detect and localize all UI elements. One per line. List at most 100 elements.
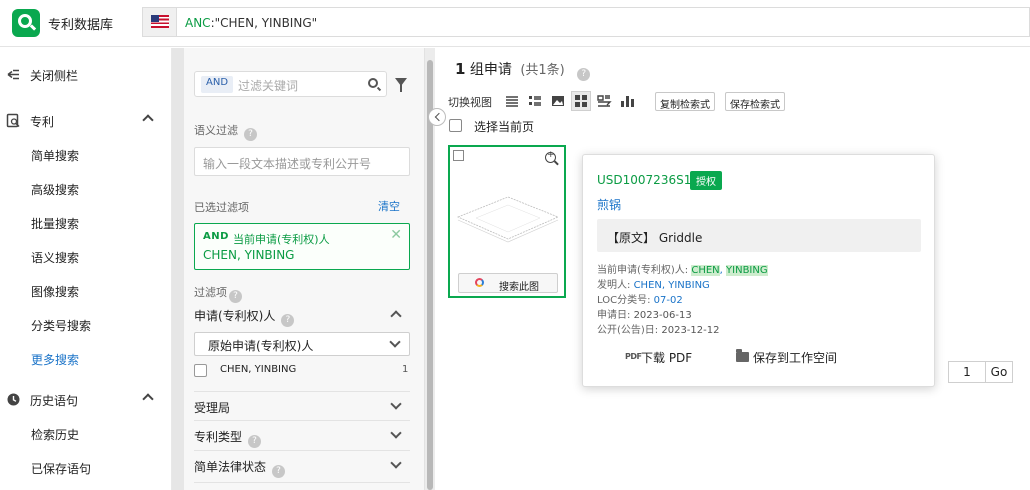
page-number-input[interactable]: 1 xyxy=(948,361,986,383)
meta-inventor: 发明人: CHEN, YINBING xyxy=(597,276,710,291)
selected-filter-chip: AND 当前申请(专利权)人 CHEN, YINBING ✕ xyxy=(194,223,410,270)
image-search-label: 搜索此图 xyxy=(499,282,539,293)
sidebar-item-simple-search[interactable]: 简单搜索 xyxy=(0,140,172,170)
keyword-placeholder: 过滤关键词 xyxy=(238,79,299,93)
chevron-down-icon xyxy=(390,398,402,410)
sidebar-item-label: 高级搜索 xyxy=(31,183,80,197)
result-count: 1 组申请 (共1条) ? xyxy=(455,59,591,81)
sidebar-item-search-history[interactable]: 检索历史 xyxy=(0,419,172,449)
detail-list-view-button[interactable] xyxy=(525,91,545,111)
sidebar-gutter xyxy=(172,48,184,490)
filter-settings-icon[interactable] xyxy=(395,78,407,92)
image-search-button[interactable]: 搜索此图 xyxy=(458,273,558,293)
applicant-highlight[interactable]: CHEN xyxy=(691,265,720,276)
download-pdf-button[interactable]: 下载 PDF xyxy=(641,349,692,366)
detail-list-icon xyxy=(529,96,541,106)
image-view-button[interactable] xyxy=(548,91,568,111)
patent-type-section-header[interactable]: 专利类型? xyxy=(194,421,410,451)
semantic-placeholder: 输入一段文本描述或专利公开号 xyxy=(203,157,372,171)
app-title: 专利数据库 xyxy=(48,18,114,33)
original-title-box: 【原文】 Griddle xyxy=(597,219,921,252)
sidebar-item-label: 更多搜索 xyxy=(31,353,80,367)
save-query-button[interactable]: 保存检索式 xyxy=(725,92,785,111)
compare-view-button[interactable] xyxy=(594,91,614,111)
bar-chart-icon xyxy=(621,96,634,107)
chevron-up-icon xyxy=(390,310,402,322)
publication-number-link[interactable]: USD1007236S1 xyxy=(597,173,691,187)
sidebar-item-advanced-search[interactable]: 高级搜索 xyxy=(0,174,172,204)
help-icon[interactable]: ? xyxy=(577,68,591,81)
app-logo-icon[interactable] xyxy=(12,9,40,37)
sidebar-item-saved-queries[interactable]: 已保存语句 xyxy=(0,453,172,483)
semantic-filter-label: 语义过滤 xyxy=(194,124,238,137)
sidebar-item-image-search[interactable]: 图像搜索 xyxy=(0,276,172,306)
save-to-workspace-button[interactable]: 保存到工作空间 xyxy=(753,349,837,366)
operator-tag[interactable]: AND xyxy=(201,76,234,93)
help-icon[interactable]: ? xyxy=(244,128,257,141)
meta-label: 发明人: xyxy=(597,280,631,291)
patent-search-icon xyxy=(6,113,20,128)
chevron-up-icon xyxy=(142,114,154,126)
close-icon[interactable]: ✕ xyxy=(390,227,402,243)
application-date: 2023-06-13 xyxy=(633,310,692,321)
select-value: 原始申请(专利权)人 xyxy=(208,339,314,353)
help-icon[interactable]: ? xyxy=(248,435,262,448)
meta-label: LOC分类号: xyxy=(597,295,651,306)
sidebar-section-history[interactable]: 历史语句 xyxy=(0,385,172,415)
semantic-filter-input[interactable]: 输入一段文本描述或专利公开号 xyxy=(194,147,410,176)
patent-type-label: 专利类型 xyxy=(194,430,243,444)
chart-view-button[interactable] xyxy=(617,91,637,111)
selected-filters-title: 已选过滤项 xyxy=(194,201,249,214)
applicant-highlight[interactable]: YINBING xyxy=(726,265,768,276)
compare-view-icon xyxy=(597,95,612,107)
keyword-filter-input[interactable]: AND 过滤关键词 xyxy=(194,71,387,97)
us-flag-icon xyxy=(151,15,169,28)
copy-query-button[interactable]: 复制检索式 xyxy=(655,92,715,111)
search-icon[interactable] xyxy=(368,78,378,88)
sidebar-item-batch-search[interactable]: 批量搜索 xyxy=(0,208,172,238)
collapse-left-icon xyxy=(7,69,19,80)
patent-title-link[interactable]: 煎锅 xyxy=(597,196,621,213)
sidebar-section-patent[interactable]: 专利 xyxy=(0,106,172,136)
list-view-icon xyxy=(506,96,518,107)
option-checkbox[interactable] xyxy=(194,364,207,377)
clear-filters-link[interactable]: 清空 xyxy=(378,198,400,214)
meta-label: 当前申请(专利权)人: xyxy=(597,265,689,276)
result-thumbnail-card[interactable]: 搜索此图 xyxy=(448,145,566,298)
result-count-unit: 组申请 xyxy=(469,62,512,78)
loc-link[interactable]: 07-02 xyxy=(654,295,683,306)
help-icon[interactable]: ? xyxy=(281,314,295,327)
applicant-section-header[interactable]: 申请(专利权)人? xyxy=(194,301,410,329)
query-text: ANC:"CHEN, YINBING" xyxy=(185,16,317,30)
close-sidebar-button[interactable]: 关闭侧栏 xyxy=(0,60,172,90)
option-label: CHEN, YINBING xyxy=(220,364,297,375)
help-icon[interactable]: ? xyxy=(272,465,286,478)
query-input[interactable]: ANC:"CHEN, YINBING" xyxy=(176,7,1030,37)
sidebar-item-more-search[interactable]: 更多搜索 xyxy=(0,344,172,374)
list-view-button[interactable] xyxy=(502,91,522,111)
region-selector[interactable] xyxy=(142,7,176,37)
go-button[interactable]: Go xyxy=(986,361,1013,383)
inventor-link[interactable]: CHEN, YINBING xyxy=(634,280,710,291)
applicant-type-select[interactable]: 原始申请(专利权)人 xyxy=(194,332,410,356)
office-section-header[interactable]: 受理局 xyxy=(194,391,410,421)
view-switch-label: 切换视图 xyxy=(448,96,492,109)
meta-publication-date: 公开(公告)日: 2023-12-12 xyxy=(597,321,719,336)
semantic-filter-title: 语义过滤? xyxy=(194,122,257,141)
select-page-checkbox[interactable] xyxy=(449,119,462,132)
sidebar-item-label: 语义搜索 xyxy=(31,251,80,265)
collapse-filter-button[interactable] xyxy=(428,108,446,126)
select-page-label: 选择当前页 xyxy=(474,120,535,134)
zoom-in-icon[interactable] xyxy=(545,150,556,163)
sidebar-item-classification-search[interactable]: 分类号搜索 xyxy=(0,310,172,340)
legal-status-section-header[interactable]: 简单法律状态? xyxy=(194,451,410,483)
sidebar-item-label: 检索历史 xyxy=(31,428,80,442)
result-checkbox[interactable] xyxy=(453,150,464,161)
sidebar-item-semantic-search[interactable]: 语义搜索 xyxy=(0,242,172,272)
result-count-number: 1 xyxy=(455,60,466,78)
selected-operator: AND xyxy=(203,231,229,242)
grid-view-button[interactable] xyxy=(571,91,591,111)
sidebar-history-label: 历史语句 xyxy=(30,394,79,408)
meta-applicant: 当前申请(专利权)人: CHEN, YINBING xyxy=(597,261,768,276)
sidebar-item-label: 已保存语句 xyxy=(31,462,92,476)
